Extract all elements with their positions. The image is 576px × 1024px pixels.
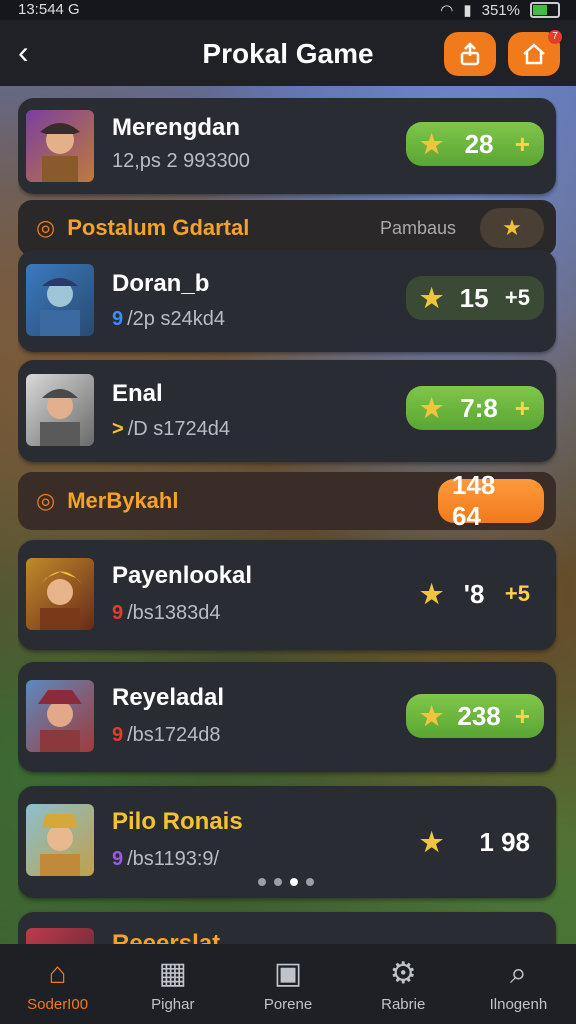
list-item[interactable]: Pilo Ronais 9/bs1193:9/ ★ 1 98 xyxy=(18,786,556,898)
score-value: 7:8 xyxy=(460,392,498,423)
score-value: 1 98 xyxy=(479,826,530,857)
section-header: ◎ MerBykahl 148 64 xyxy=(18,470,556,531)
item-name: Merengdan xyxy=(112,114,241,141)
bottom-nav: ⌂ SoderI00 ▦ Pighar ▣ Porene ⚙ Rabrie ⌕ … xyxy=(0,944,576,1024)
nav-label: SoderI00 xyxy=(27,996,89,1013)
section-value: 148 64 xyxy=(452,470,496,531)
star-icon: ★ xyxy=(420,128,444,159)
list-item[interactable]: Doran_b 9/2p s24kd4 ★ 15 +5 xyxy=(18,250,556,352)
nav-search[interactable]: ⌕ Ilnogenh xyxy=(461,944,576,1024)
star-icon: ★ xyxy=(420,578,444,609)
nav-label: Pighar xyxy=(151,996,195,1013)
plus-icon: +5 xyxy=(504,285,530,310)
status-time: 13:544 G xyxy=(18,1,80,18)
item-name: Payenlookal xyxy=(112,562,253,589)
section-subtitle: Pambaus xyxy=(379,217,456,238)
nav-home[interactable]: ⌂ SoderI00 xyxy=(0,944,115,1024)
home-icon xyxy=(523,43,545,65)
signal-icon: ▮ xyxy=(463,2,472,19)
page-dot-active[interactable] xyxy=(290,878,298,886)
score-value: 238 xyxy=(457,700,501,731)
section-title: Postalum Gdartal xyxy=(67,215,250,240)
item-subtitle: 9/bs1724d8 xyxy=(112,724,221,746)
gear-icon: ⚙ xyxy=(389,957,417,990)
score-value: '8 xyxy=(463,578,485,609)
item-subtitle: 9/2p s24kd4 xyxy=(112,308,225,330)
plus-icon: + xyxy=(514,392,530,423)
nav-label: Porene xyxy=(263,996,313,1013)
avatar xyxy=(26,804,94,876)
score-pill[interactable]: ★ 7:8 + xyxy=(406,386,544,430)
item-name: Doran_b xyxy=(112,270,210,297)
home-button[interactable]: 7 xyxy=(508,30,562,76)
star-button[interactable]: ★ xyxy=(480,208,544,248)
home-icon: ⌂ xyxy=(48,957,67,990)
avatar xyxy=(26,680,94,752)
nav-label: Ilnogenh xyxy=(489,996,548,1013)
header: ‹ Prokal Game 7 xyxy=(0,20,576,86)
star-icon: ★ xyxy=(420,700,444,731)
target-icon: ◎ xyxy=(36,215,56,240)
target-icon: ◎ xyxy=(36,488,56,513)
item-name: Enal xyxy=(112,380,163,407)
item-subtitle: 9/bs1193:9/ xyxy=(112,848,220,870)
page-indicator[interactable] xyxy=(258,878,314,886)
wifi-icon: ◠ xyxy=(440,2,454,19)
plus-icon: + xyxy=(514,700,530,731)
avatar xyxy=(26,558,94,630)
star-icon: ★ xyxy=(420,282,444,313)
plus-icon: + xyxy=(514,128,530,159)
image-icon: ▣ xyxy=(273,957,303,990)
item-subtitle: 9/bs1383d4 xyxy=(112,602,221,624)
section-header: ◎ Postalum Gdartal Pambaus ★ xyxy=(18,200,556,256)
avatar xyxy=(26,928,94,944)
star-icon: ★ xyxy=(420,392,444,423)
nav-gallery[interactable]: ▣ Porene xyxy=(230,944,345,1024)
plus-icon: +5 xyxy=(504,581,530,606)
item-name: Reyeladal xyxy=(112,684,225,711)
star-icon: ★ xyxy=(420,826,444,857)
item-name: Pilo Ronais xyxy=(112,808,243,835)
item-subtitle: >/D s1724d4 xyxy=(112,418,230,440)
score-pill[interactable]: ★ 15 +5 xyxy=(406,276,544,320)
avatar xyxy=(26,264,94,336)
page-dot[interactable] xyxy=(306,878,314,886)
score-pill[interactable]: ★ 28 + xyxy=(406,122,544,166)
nav-label: Rabrie xyxy=(381,996,426,1013)
page-dot[interactable] xyxy=(274,878,282,886)
avatar xyxy=(26,374,94,446)
share-icon xyxy=(460,42,480,66)
game-list[interactable]: Merengdan 12,ps 2 993300 ★ 28 + ◎ Postal… xyxy=(18,98,558,944)
status-bar: 13:544 G ◠ ▮ 351% xyxy=(0,0,576,20)
score-pill[interactable]: ★ '8 +5 xyxy=(406,572,544,616)
item-subtitle: 12,ps 2 993300 xyxy=(112,150,250,172)
list-item[interactable]: Payenlookal 9/bs1383d4 ★ '8 +5 xyxy=(18,540,556,650)
score-pill[interactable]: ★ 1 98 xyxy=(406,820,544,864)
search-icon: ⌕ xyxy=(510,957,527,990)
notification-badge: 7 xyxy=(548,30,562,44)
score-pill[interactable]: ★ 238 + xyxy=(406,694,544,738)
score-value: 28 xyxy=(464,128,494,159)
nav-settings[interactable]: ⚙ Rabrie xyxy=(346,944,461,1024)
nav-shop[interactable]: ▦ Pighar xyxy=(115,944,230,1024)
page-dot[interactable] xyxy=(258,878,266,886)
score-value: 15 xyxy=(459,282,489,313)
battery-text: 351% xyxy=(481,1,520,19)
star-icon: ★ xyxy=(502,215,522,240)
list-item[interactable]: Reeerslat xyxy=(18,912,556,944)
item-name: Reeerslat xyxy=(112,930,221,944)
share-button[interactable] xyxy=(444,32,496,76)
list-item[interactable]: Enal >/D s1724d4 ★ 7:8 + xyxy=(18,360,556,462)
section-title: MerBykahl xyxy=(67,488,179,513)
list-item[interactable]: Merengdan 12,ps 2 993300 ★ 28 + xyxy=(18,98,556,194)
list-item[interactable]: Reyeladal 9/bs1724d8 ★ 238 + xyxy=(18,662,556,772)
box-icon: ▦ xyxy=(158,957,187,990)
battery-icon xyxy=(530,2,560,18)
avatar xyxy=(26,110,94,182)
section-value-pill[interactable]: 148 64 xyxy=(438,470,544,531)
